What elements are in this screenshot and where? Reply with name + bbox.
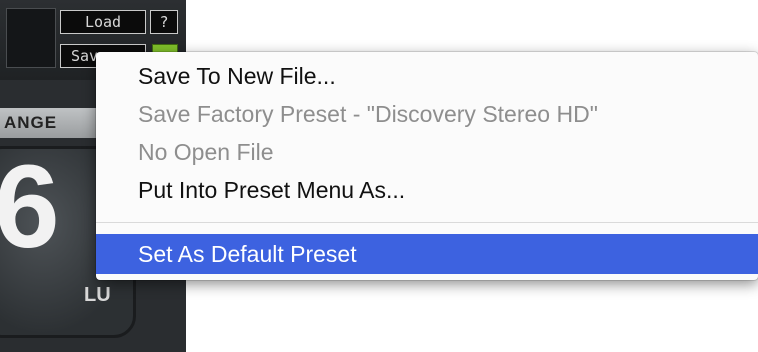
menu-item-no-open-file: No Open File: [138, 139, 274, 165]
help-button[interactable]: ?: [150, 10, 178, 34]
load-button[interactable]: Load: [60, 10, 146, 34]
menu-item-save-to-new-file[interactable]: Save To New File...: [96, 58, 758, 94]
loudness-unit: LU: [84, 284, 111, 306]
loudness-value: 6: [0, 141, 60, 273]
range-label: ANGE: [0, 108, 96, 138]
preset-display: [6, 8, 56, 68]
menu-item-put-into-preset-menu[interactable]: Put Into Preset Menu As...: [96, 172, 758, 208]
menu-item-save-factory-preset: Save Factory Preset - "Discovery Stereo …: [138, 101, 598, 127]
save-context-menu: Save To New File... Save Factory Preset …: [96, 52, 758, 280]
menu-separator: [96, 222, 758, 223]
menu-item-set-as-default-preset[interactable]: Set As Default Preset: [96, 234, 758, 274]
